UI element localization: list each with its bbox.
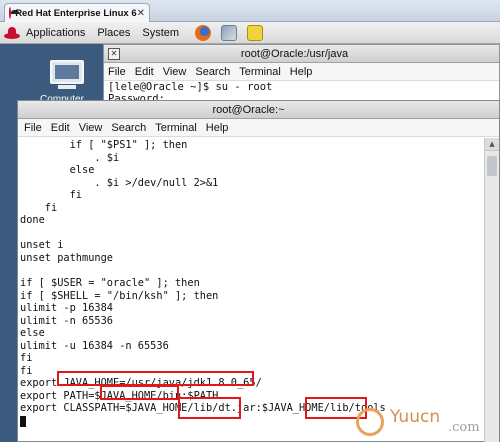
- menu-search[interactable]: Search: [111, 122, 146, 134]
- back-window-title: root@Oracle:/usr/java: [240, 47, 349, 60]
- highlight-dt-jar: [178, 397, 241, 419]
- monitor-base: [58, 85, 76, 89]
- menu-applications[interactable]: Applications: [26, 27, 85, 39]
- mail-icon[interactable]: [221, 24, 238, 41]
- back-window-titlebar[interactable]: ✕ root@Oracle:/usr/java: [104, 45, 499, 63]
- menu-file[interactable]: File: [24, 122, 42, 134]
- back-terminal-window[interactable]: ✕ root@Oracle:/usr/java File Edit View S…: [103, 44, 500, 106]
- terminal-line: . $i >/dev/null 2>&1: [20, 176, 219, 189]
- terminal-line: if [ $USER = "oracle" ]; then: [20, 277, 200, 290]
- redhat-icon: [9, 7, 20, 19]
- top-panel: Applications Places System: [0, 22, 500, 44]
- redhat-logo-icon: [4, 26, 20, 40]
- menu-help[interactable]: Help: [206, 122, 229, 134]
- computer-desktop-icon[interactable]: [44, 58, 90, 94]
- terminal-line: else: [20, 164, 95, 177]
- tab-redhat[interactable]: Red Hat Enterprise Linux 6 ✕: [4, 3, 150, 22]
- front-menubar: File Edit View Search Terminal Help: [18, 119, 499, 137]
- terminal-line: . $i: [20, 151, 120, 164]
- terminal-line: unset pathmunge: [20, 251, 113, 264]
- watermark-mark-icon: [356, 408, 384, 436]
- front-terminal-window[interactable]: root@Oracle:~ File Edit View Search Term…: [17, 100, 500, 442]
- notes-icon[interactable]: [247, 24, 264, 41]
- terminal-line: fi: [20, 352, 33, 365]
- tab-close-icon[interactable]: ✕: [137, 8, 145, 19]
- watermark-text: Yuucn: [390, 407, 441, 427]
- terminal-line: [lele@Oracle ~]$ su - root: [108, 81, 273, 93]
- terminal-line: fi: [20, 201, 58, 214]
- terminal-line: fi: [20, 189, 82, 202]
- back-menubar: File Edit View Search Terminal Help: [104, 63, 499, 81]
- terminal-line: if [ "$PS1" ]; then: [20, 139, 188, 151]
- menu-places[interactable]: Places: [97, 27, 130, 39]
- terminal-line: ulimit -n 65536: [20, 314, 113, 327]
- menu-system[interactable]: System: [142, 27, 179, 39]
- tab-bar: Red Hat Enterprise Linux 6 ✕: [0, 0, 500, 22]
- terminal-line: ulimit -u 16384 -n 65536: [20, 339, 169, 352]
- terminal-line: if [ $SHELL = "/bin/ksh" ]; then: [20, 289, 219, 302]
- terminal-line: export PATH=$JAVA_HOME/bin:$PATH: [20, 389, 219, 402]
- terminal-output[interactable]: if [ "$PS1" ]; then . $i else . $i >/dev…: [18, 138, 484, 442]
- menu-help[interactable]: Help: [290, 66, 313, 78]
- terminal-line: else: [20, 327, 45, 340]
- highlight-path: [100, 385, 179, 400]
- menu-search[interactable]: Search: [195, 66, 230, 78]
- scroll-thumb[interactable]: [487, 156, 497, 176]
- terminal-cursor: [20, 415, 26, 427]
- front-window-titlebar[interactable]: root@Oracle:~: [18, 101, 499, 119]
- highlight-java-home: [57, 371, 254, 386]
- terminal-line: ulimit -p 16384: [20, 302, 113, 315]
- watermark-logo: Yuucn .com: [356, 406, 494, 436]
- firefox-icon[interactable]: [195, 24, 212, 41]
- menu-edit[interactable]: Edit: [51, 122, 70, 134]
- menu-view[interactable]: View: [163, 66, 187, 78]
- menu-view[interactable]: View: [79, 122, 103, 134]
- menu-terminal[interactable]: Terminal: [239, 66, 281, 78]
- scroll-up-icon[interactable]: ▲: [485, 138, 499, 151]
- menu-file[interactable]: File: [108, 66, 126, 78]
- close-icon[interactable]: ✕: [108, 47, 120, 60]
- menu-terminal[interactable]: Terminal: [155, 122, 197, 134]
- tab-title: Red Hat Enterprise Linux 6: [15, 7, 137, 19]
- front-window-title: root@Oracle:~: [212, 103, 285, 116]
- watermark-sub: .com: [448, 420, 480, 435]
- terminal-line: done: [20, 214, 45, 227]
- terminal-scrollbar[interactable]: ▲: [484, 138, 499, 442]
- monitor-icon: [50, 60, 84, 84]
- menu-edit[interactable]: Edit: [135, 66, 154, 78]
- terminal-line: unset i: [20, 239, 64, 252]
